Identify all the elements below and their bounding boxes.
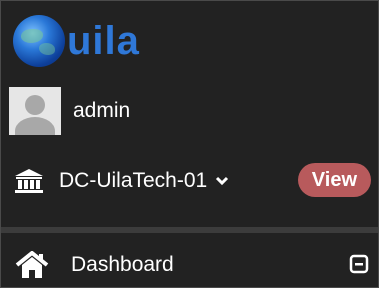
nav-item-dashboard[interactable]: Dashboard <box>15 247 369 283</box>
brand-logo[interactable]: uila <box>13 13 140 69</box>
collapse-icon[interactable] <box>349 254 369 274</box>
divider <box>1 227 378 233</box>
user-profile[interactable]: admin <box>9 87 130 135</box>
brand-name: uila <box>67 19 140 63</box>
datacenter-selector[interactable]: DC-UilaTech-01 View <box>13 161 371 201</box>
globe-icon <box>13 15 65 67</box>
sidebar: uila admin DC-UilaTech-01 View Dashboard <box>0 0 379 288</box>
nav-item-label: Dashboard <box>71 253 174 276</box>
user-name: admin <box>73 99 131 122</box>
datacenter-name: DC-UilaTech-01 <box>59 169 208 192</box>
bank-icon <box>13 167 45 195</box>
view-button[interactable]: View <box>297 163 371 197</box>
chevron-down-icon[interactable] <box>215 175 231 187</box>
user-avatar-icon <box>9 87 61 135</box>
home-icon <box>15 250 49 280</box>
